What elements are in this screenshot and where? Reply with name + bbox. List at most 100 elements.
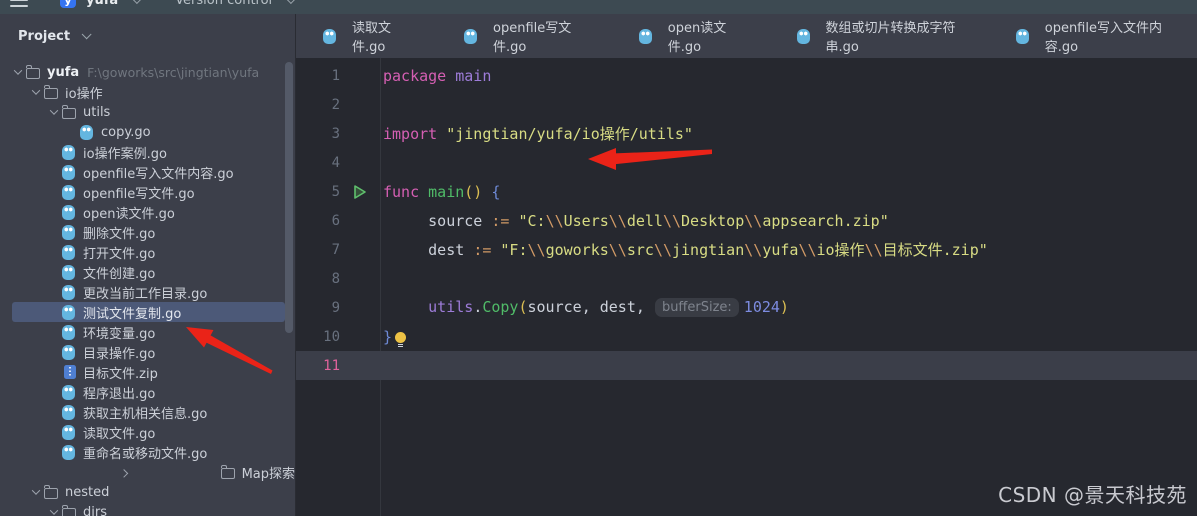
editor-tab[interactable]: open读文件.go (612, 14, 770, 58)
gutter-slot (340, 322, 380, 351)
inlay-hint: bufferSize: (655, 298, 739, 317)
chevron-down-icon[interactable] (28, 89, 44, 95)
go-file-icon (62, 425, 77, 440)
code-line[interactable]: 1package main (296, 61, 1197, 90)
tree-item-label: yufa (47, 65, 79, 80)
code-text: utils.Copy(source, dest, bufferSize:1024… (380, 298, 789, 317)
project-panel: Project yufa F:\goworks\src\jingtian\yufa… (0, 14, 296, 516)
tree-item-label: 目标文件.zip (83, 363, 158, 382)
chevron-down-icon (286, 0, 296, 4)
chevron-down-icon[interactable] (10, 69, 26, 75)
tree-item[interactable]: io操作 (0, 82, 295, 102)
code-line[interactable]: 7 dest := "F:\\goworks\\src\\jingtian\\y… (296, 235, 1197, 264)
gutter-slot (340, 148, 380, 177)
tree-item-path: F:\goworks\src\jingtian\yufa (87, 65, 259, 80)
vcs-widget[interactable]: Version control (175, 0, 272, 8)
tree-item-label: 测试文件复制.go (83, 303, 181, 322)
tree-item[interactable]: copy.go (0, 122, 295, 142)
tree-item[interactable]: 测试文件复制.go (0, 302, 295, 322)
chevron-down-icon[interactable] (46, 509, 62, 515)
tree-item-label: copy.go (101, 125, 151, 140)
editor[interactable]: 1package main 2 3import "jingtian/yufa/io操… (296, 58, 1197, 516)
chevron-down-icon[interactable] (28, 489, 44, 495)
project-scrollbar-thumb[interactable] (285, 62, 293, 333)
tree-item[interactable]: 删除文件.go (0, 222, 295, 242)
tree-item[interactable]: 目录操作.go (0, 342, 295, 362)
line-number: 5 (296, 184, 340, 200)
intention-bulb-icon[interactable] (395, 332, 406, 343)
project-name-widget[interactable]: yufa (86, 0, 118, 8)
line-number: 8 (296, 271, 340, 287)
go-file-icon (62, 205, 77, 220)
code-line[interactable]: 4 (296, 148, 1197, 177)
code-line[interactable]: 2 (296, 90, 1197, 119)
project-panel-header[interactable]: Project (0, 14, 295, 58)
hamburger-menu-icon[interactable] (10, 0, 28, 7)
editor-tab[interactable]: 读取文件.go (296, 14, 437, 58)
tree-item[interactable]: 文件创建.go (0, 262, 295, 282)
editor-tab[interactable]: openfile写文件.go (437, 14, 612, 58)
go-file-icon (62, 325, 77, 340)
tree-item-label: 打开文件.go (83, 243, 155, 262)
go-file-icon (62, 285, 77, 300)
tree-item[interactable]: 打开文件.go (0, 242, 295, 262)
project-panel-title: Project (18, 29, 70, 44)
tree-item[interactable]: yufa F:\goworks\src\jingtian\yufa (0, 62, 295, 82)
tree-item[interactable]: 重命名或移动文件.go (0, 442, 295, 462)
code-line[interactable]: 5func main() { (296, 177, 1197, 206)
folder-icon (62, 105, 77, 120)
tree-item[interactable]: dirs (0, 502, 295, 516)
code-line[interactable]: 9 utils.Copy(source, dest, bufferSize:10… (296, 293, 1197, 322)
code-line[interactable]: 6 source := "C:\\Users\\dell\\Desktop\\a… (296, 206, 1197, 235)
tree-item[interactable]: openfile写入文件内容.go (0, 162, 295, 182)
code-text: source := "C:\\Users\\dell\\Desktop\\app… (380, 212, 889, 230)
tree-item[interactable]: 获取主机相关信息.go (0, 402, 295, 422)
tree-item-label: 环境变量.go (83, 323, 155, 342)
tree-item[interactable]: open读文件.go (0, 202, 295, 222)
project-tree: yufa F:\goworks\src\jingtian\yufa io操作util… (0, 58, 295, 516)
gutter-slot (340, 61, 380, 90)
tree-item[interactable]: openfile写文件.go (0, 182, 295, 202)
editor-tab[interactable]: 数组或切片转换成字符串.go (770, 14, 989, 58)
editor-tab-label: openfile写入文件内容.go (1045, 17, 1170, 55)
code-line[interactable]: 3import "jingtian/yufa/io操作/utils" (296, 119, 1197, 148)
go-file-icon (62, 305, 77, 320)
line-number: 3 (296, 126, 340, 142)
code-text: package main (380, 67, 491, 85)
tree-item-label: open读文件.go (83, 203, 175, 222)
chevron-right-icon[interactable] (28, 469, 221, 475)
tree-item[interactable]: 更改当前工作目录.go (0, 282, 295, 302)
tree-item-label: io操作案例.go (83, 143, 167, 162)
go-file-icon (62, 385, 77, 400)
code-line[interactable]: 10} (296, 322, 1197, 351)
tree-item-label: dirs (83, 505, 107, 516)
watermark: CSDN @景天科技苑 (998, 479, 1187, 508)
line-number: 6 (296, 213, 340, 229)
tree-item[interactable]: 目标文件.zip (0, 362, 295, 382)
tree-item[interactable]: 程序退出.go (0, 382, 295, 402)
go-file-icon (62, 185, 77, 200)
editor-tab-label: 读取文件.go (352, 17, 410, 55)
project-avatar[interactable]: y (60, 0, 76, 8)
tree-item[interactable]: Map探索 (0, 462, 295, 482)
tree-item-label: 重命名或移动文件.go (83, 443, 207, 462)
run-icon[interactable] (354, 185, 366, 199)
tree-item[interactable]: io操作案例.go (0, 142, 295, 162)
tree-item[interactable]: 环境变量.go (0, 322, 295, 342)
tree-item-label: 更改当前工作目录.go (83, 283, 207, 302)
tree-item-label: Map探索 (242, 463, 295, 482)
chevron-down-icon (82, 29, 92, 39)
line-number: 2 (296, 97, 340, 113)
line-number: 7 (296, 242, 340, 258)
tree-item[interactable]: nested (0, 482, 295, 502)
chevron-down-icon[interactable] (46, 109, 62, 115)
code-line[interactable]: 8 (296, 264, 1197, 293)
run-button[interactable] (340, 177, 380, 206)
go-file-icon (80, 125, 95, 140)
editor-tab[interactable]: openfile写入文件内容.go (989, 14, 1197, 58)
folder-icon (26, 65, 41, 80)
tree-item[interactable]: 读取文件.go (0, 422, 295, 442)
gutter-slot (340, 293, 380, 322)
tree-item[interactable]: utils (0, 102, 295, 122)
code-line[interactable]: 11 (296, 351, 1197, 380)
